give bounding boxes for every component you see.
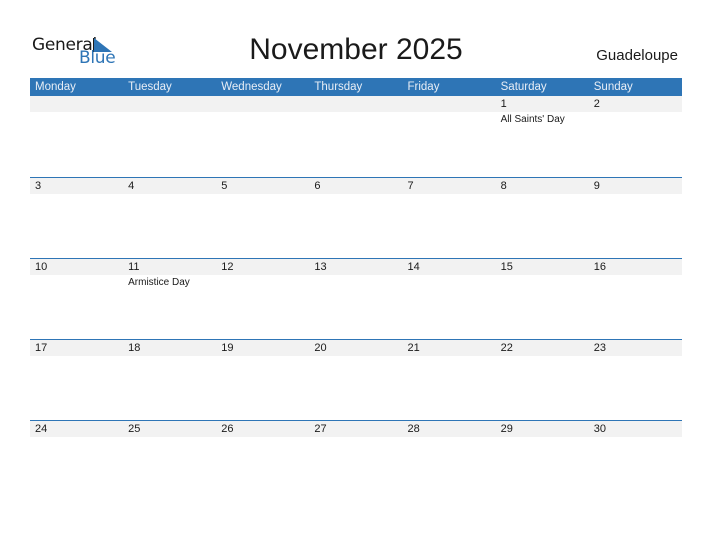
day-number: 3 bbox=[35, 180, 42, 192]
day-cell: 18 bbox=[123, 340, 216, 357]
day-number: 16 bbox=[593, 261, 606, 273]
day-number: 30 bbox=[593, 423, 606, 435]
day-cell: 16 bbox=[589, 259, 682, 289]
day-cell: 1 All Saints' Day bbox=[496, 96, 589, 126]
day-number: 24 bbox=[35, 423, 48, 435]
day-number: 18 bbox=[128, 342, 141, 354]
day-cell: 6 bbox=[309, 178, 402, 195]
weekday-monday: Monday bbox=[35, 81, 76, 93]
week-days: 17 18 19 20 21 22 23 bbox=[30, 340, 682, 357]
day-number: 11 bbox=[128, 261, 140, 273]
day-cell bbox=[403, 96, 496, 126]
day-number: 7 bbox=[407, 180, 414, 192]
day-number bbox=[221, 96, 309, 112]
day-cell: 21 bbox=[403, 340, 496, 357]
day-number: 13 bbox=[314, 261, 327, 273]
day-cell: 26 bbox=[216, 421, 309, 438]
day-number: 17 bbox=[35, 342, 48, 354]
day-cell: 11 Armistice Day bbox=[123, 259, 216, 289]
day-cell: 13 bbox=[309, 259, 402, 289]
region-label: Guadeloupe bbox=[596, 47, 678, 64]
day-cell bbox=[216, 96, 309, 126]
day-number: 4 bbox=[128, 180, 135, 192]
day-number: 10 bbox=[35, 261, 48, 273]
weekday-tuesday: Tuesday bbox=[128, 81, 172, 93]
day-number: 14 bbox=[407, 261, 420, 273]
calendar-week: 24 25 26 27 28 29 30 bbox=[30, 420, 682, 501]
day-cell: 17 bbox=[30, 340, 123, 357]
day-cell: 23 bbox=[589, 340, 682, 357]
day-number: 28 bbox=[407, 423, 420, 435]
day-cell: 28 bbox=[403, 421, 496, 438]
day-cell bbox=[30, 96, 123, 126]
holiday-label: Armistice Day bbox=[128, 277, 190, 288]
day-number: 19 bbox=[221, 342, 234, 354]
day-cell: 20 bbox=[309, 340, 402, 357]
calendar-week: 3 4 5 6 7 8 9 bbox=[30, 177, 682, 258]
day-cell: 22 bbox=[496, 340, 589, 357]
week-days: 3 4 5 6 7 8 9 bbox=[30, 178, 682, 195]
day-cell: 29 bbox=[496, 421, 589, 438]
day-number: 20 bbox=[314, 342, 327, 354]
day-number: 5 bbox=[221, 180, 228, 192]
day-number: 1 bbox=[500, 98, 507, 110]
day-number: 26 bbox=[221, 423, 234, 435]
day-number bbox=[128, 96, 216, 112]
day-cell: 5 bbox=[216, 178, 309, 195]
day-number: 9 bbox=[593, 180, 600, 192]
holiday-label: All Saints' Day bbox=[500, 114, 565, 125]
day-cell: 3 bbox=[30, 178, 123, 195]
calendar-week: 1 All Saints' Day 2 bbox=[30, 96, 682, 177]
calendar: Monday Tuesday Wednesday Thursday Friday… bbox=[30, 78, 682, 501]
day-number: 15 bbox=[500, 261, 513, 273]
weekday-saturday: Saturday bbox=[500, 81, 547, 93]
day-number bbox=[408, 96, 496, 112]
weekday-thursday: Thursday bbox=[314, 81, 363, 93]
day-cell: 8 bbox=[496, 178, 589, 195]
day-cell: 27 bbox=[309, 421, 402, 438]
day-number bbox=[35, 96, 123, 112]
calendar-week: 17 18 19 20 21 22 23 bbox=[30, 339, 682, 420]
weekday-friday: Friday bbox=[407, 81, 440, 93]
day-cell: 9 bbox=[589, 178, 682, 195]
day-number: 27 bbox=[314, 423, 327, 435]
day-cell: 30 bbox=[589, 421, 682, 438]
day-cell: 15 bbox=[496, 259, 589, 289]
day-cell: 12 bbox=[216, 259, 309, 289]
week-days: 10 11 Armistice Day 12 13 14 15 16 bbox=[30, 259, 682, 289]
day-number: 22 bbox=[500, 342, 513, 354]
day-cell: 2 bbox=[589, 96, 682, 126]
calendar-week: 10 11 Armistice Day 12 13 14 15 16 bbox=[30, 258, 682, 339]
day-cell: 10 bbox=[30, 259, 123, 289]
day-number: 21 bbox=[407, 342, 420, 354]
day-number: 2 bbox=[593, 98, 600, 110]
week-days: 24 25 26 27 28 29 30 bbox=[30, 421, 682, 438]
day-number: 25 bbox=[128, 423, 141, 435]
day-number: 29 bbox=[500, 423, 513, 435]
day-cell: 14 bbox=[403, 259, 496, 289]
day-cell: 19 bbox=[216, 340, 309, 357]
day-cell bbox=[309, 96, 402, 126]
day-cell: 4 bbox=[123, 178, 216, 195]
day-number: 6 bbox=[314, 180, 321, 192]
day-cell bbox=[123, 96, 216, 126]
weekday-wednesday: Wednesday bbox=[221, 81, 282, 93]
day-cell: 25 bbox=[123, 421, 216, 438]
day-number: 12 bbox=[221, 261, 234, 273]
day-number: 8 bbox=[500, 180, 507, 192]
weekday-sunday: Sunday bbox=[593, 81, 633, 93]
day-number bbox=[314, 96, 402, 112]
day-cell: 24 bbox=[30, 421, 123, 438]
weekday-header: Monday Tuesday Wednesday Thursday Friday… bbox=[30, 78, 682, 96]
calendar-weeks: 1 All Saints' Day 2 3 4 5 6 7 8 9 10 11 Armistice Da… bbox=[30, 96, 682, 501]
day-number: 23 bbox=[593, 342, 606, 354]
day-cell: 7 bbox=[403, 178, 496, 195]
week-days: 1 All Saints' Day 2 bbox=[30, 96, 682, 126]
